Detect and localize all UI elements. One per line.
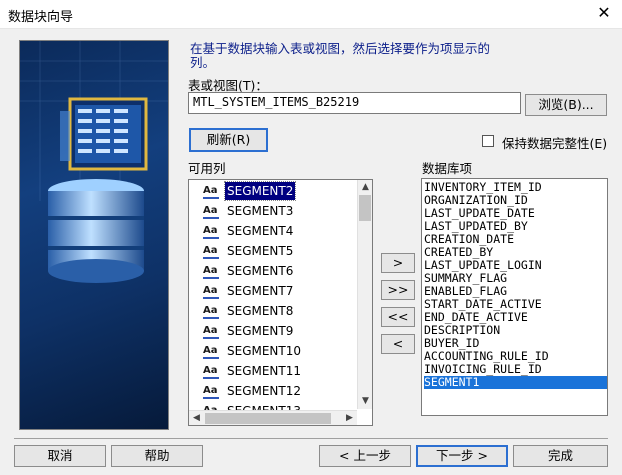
list-item[interactable]: Aa SEGMENT11 [189,362,355,380]
window-title: 数据块向导 [8,10,74,25]
hscroll-thumb[interactable] [205,413,331,424]
column-name: SEGMENT8 [227,304,294,318]
next-button[interactable]: 下一步 > [416,445,508,467]
list-item[interactable]: Aa SEGMENT7 [189,282,355,300]
database-illustration-icon [20,41,168,283]
integrity-checkbox[interactable] [482,135,494,147]
column-name: SEGMENT5 [227,244,294,258]
column-name: SEGMENT4 [227,224,294,238]
list-item[interactable]: Aa SEGMENT5 [189,242,355,260]
back-button[interactable]: < 上一步 [319,445,411,467]
cancel-button[interactable]: 取消 [14,445,106,467]
text-column-icon: Aa [203,305,219,319]
add-one-button[interactable]: > [381,253,415,273]
text-column-icon: Aa [203,245,219,259]
list-item[interactable]: Aa SEGMENT3 [189,202,355,220]
text-column-icon: Aa [203,365,219,379]
table-view-input[interactable]: MTL_SYSTEM_ITEMS_B25219 [188,92,521,114]
available-columns-label: 可用列 [188,161,226,176]
scroll-down-icon[interactable]: ▼ [358,394,372,409]
column-name: SEGMENT11 [227,364,302,378]
title-bar [0,0,622,29]
remove-all-button[interactable]: << [381,307,415,327]
integrity-checkbox-label: 保持数据完整性(E) [502,136,608,151]
text-column-icon: Aa [203,385,219,399]
available-columns-vscrollbar[interactable]: ▲ ▼ [357,180,372,409]
column-name: SEGMENT2 [223,181,297,201]
list-item[interactable]: Aa SEGMENT10 [189,342,355,360]
close-icon[interactable]: ✕ [594,3,614,23]
db-items-label: 数据库项 [422,161,473,176]
footer-separator [14,438,608,439]
scroll-right-icon[interactable]: ▶ [342,411,357,425]
list-item[interactable]: Aa SEGMENT2 [189,181,355,201]
db-items-list[interactable]: INVENTORY_ITEM_ID ORGANIZATION_ID LAST_UPD… [421,178,608,416]
list-item[interactable]: Aa SEGMENT8 [189,302,355,320]
column-name: SEGMENT12 [227,384,302,398]
text-column-icon: Aa [203,205,219,219]
list-item[interactable]: Aa SEGMENT6 [189,262,355,280]
wizard-illustration [19,40,169,430]
remove-one-button[interactable]: < [381,334,415,354]
column-name: SEGMENT9 [227,324,294,338]
browse-button[interactable]: 浏览(B)... [525,94,607,116]
available-columns-list[interactable]: Aa SEGMENT2 Aa SEGMENT3 Aa SEGMENT4 Aa SEGMENT5… [188,179,373,426]
column-name: SEGMENT10 [227,344,302,358]
scroll-up-icon[interactable]: ▲ [358,180,372,195]
text-column-icon: Aa [203,285,219,299]
list-item[interactable]: Aa SEGMENT4 [189,222,355,240]
column-name: SEGMENT6 [227,264,294,278]
text-column-icon: Aa [203,225,219,239]
column-name: SEGMENT7 [227,284,294,298]
text-column-icon: Aa [203,325,219,339]
column-name: SEGMENT3 [227,204,294,218]
refresh-button[interactable]: 刷新(R) [189,128,268,152]
text-column-icon: Aa [203,345,219,359]
scroll-left-icon[interactable]: ◀ [189,411,204,425]
add-all-button[interactable]: >> [381,280,415,300]
instruction-text: 在基于数据块输入表或视图，然后选择要作为项显示的列。 [190,41,491,70]
text-column-icon: Aa [203,265,219,279]
finish-button[interactable]: 完成 [513,445,608,467]
scroll-thumb[interactable] [359,195,371,221]
list-item[interactable]: SEGMENT1 [424,376,607,389]
list-item[interactable]: Aa SEGMENT9 [189,322,355,340]
text-column-icon: Aa [203,185,219,199]
available-columns-hscrollbar[interactable]: ◀ ▶ [189,410,357,425]
help-button[interactable]: 帮助 [111,445,203,467]
list-item[interactable]: Aa SEGMENT12 [189,382,355,400]
